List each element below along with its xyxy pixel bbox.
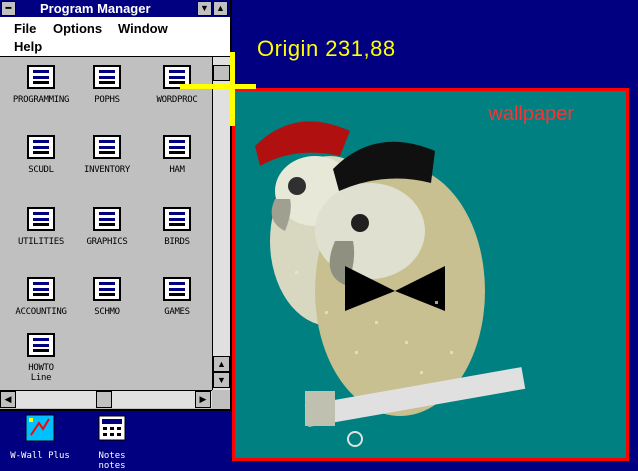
group-label: POPHS: [94, 95, 120, 105]
minimize-button[interactable]: ▼: [197, 1, 212, 16]
crosshair-horizontal: [180, 84, 256, 89]
group-label: GAMES: [164, 307, 190, 317]
group-label: HOWTO Line: [28, 363, 54, 383]
group-label: GRAPHICS: [86, 237, 128, 247]
vertical-scrollbar[interactable]: ▲ ▼: [212, 57, 230, 390]
program-group-icon: [163, 135, 191, 159]
scroll-left-arrow-icon[interactable]: ◀: [0, 391, 16, 408]
group-icon-games[interactable]: GAMES: [142, 277, 212, 317]
desktop-icon-label: W-Wall Plus: [10, 451, 70, 461]
program-group-icon: [27, 65, 55, 89]
group-icon-accounting[interactable]: ACCOUNTING: [6, 277, 76, 317]
group-icon-howto[interactable]: HOWTO Line: [6, 333, 76, 383]
group-label: PROGRAMMING: [12, 95, 70, 105]
maximize-button[interactable]: ▲: [213, 1, 228, 16]
desktop-icon-notes[interactable]: Notes notes: [72, 413, 152, 471]
wallpaper-panel: wallpaper: [232, 88, 629, 461]
group-label: BIRDS: [164, 237, 190, 247]
group-icon-ham[interactable]: HAM: [142, 135, 212, 175]
control-menu-button[interactable]: ━: [1, 1, 16, 16]
origin-label: Origin 231,88: [257, 36, 396, 61]
group-icon-scudl[interactable]: SCUDL: [6, 135, 76, 175]
program-manager-window[interactable]: ━ Program Manager ▼ ▲ File Options Windo…: [0, 0, 232, 411]
menu-bar: File Options Window Help: [0, 17, 230, 57]
group-icon-programming[interactable]: PROGRAMMING: [6, 65, 76, 105]
program-group-icon: [27, 333, 55, 357]
group-label: WORDPROC: [156, 95, 198, 105]
program-groups-area: PROGRAMMING POPHS WORDPROC SCUDL INVENTO…: [0, 57, 212, 390]
program-group-icon: [27, 135, 55, 159]
program-group-icon: [27, 277, 55, 301]
group-icon-birds[interactable]: BIRDS: [142, 207, 212, 247]
menu-options[interactable]: Options: [53, 21, 102, 36]
group-icon-inventory[interactable]: INVENTORY: [72, 135, 142, 175]
menu-help[interactable]: Help: [14, 39, 42, 54]
group-icon-utilities[interactable]: UTILITIES: [6, 207, 76, 247]
group-label: INVENTORY: [83, 165, 131, 175]
group-label: HAM: [169, 165, 185, 175]
group-icon-graphics[interactable]: GRAPHICS: [72, 207, 142, 247]
menu-file[interactable]: File: [14, 21, 36, 36]
vertical-scroll-thumb[interactable]: [213, 65, 230, 81]
desktop-icon-label: Notes notes: [98, 451, 126, 471]
group-label: SCUDL: [28, 165, 54, 175]
menu-window[interactable]: Window: [118, 21, 168, 36]
wallpaper-label: wallpaper: [488, 103, 574, 125]
window-title: Program Manager: [40, 1, 151, 16]
program-group-icon: [93, 135, 121, 159]
group-label: UTILITIES: [17, 237, 65, 247]
program-group-icon: [93, 207, 121, 231]
scroll-down-arrow-icon[interactable]: ▼: [213, 372, 230, 388]
group-label: SCHMO: [94, 307, 120, 317]
scroll-up-arrow-icon[interactable]: ▲: [213, 356, 230, 372]
horizontal-scroll-thumb[interactable]: [96, 391, 112, 408]
wallpaper-app-icon: [25, 414, 55, 442]
desktop-icon-wallpaper[interactable]: W-Wall Plus: [0, 413, 80, 461]
program-group-icon: [163, 277, 191, 301]
title-bar[interactable]: ━ Program Manager ▼ ▲: [0, 0, 230, 17]
group-label: ACCOUNTING: [15, 307, 67, 317]
calculator-app-icon: [98, 415, 126, 441]
scroll-right-arrow-icon[interactable]: ▶: [195, 391, 211, 408]
program-group-icon: [93, 65, 121, 89]
parrot-wallpaper-image: [255, 121, 526, 447]
program-group-icon: [163, 207, 191, 231]
horizontal-scrollbar[interactable]: ◀ ▶: [0, 390, 212, 408]
group-icon-schmo[interactable]: SCHMO: [72, 277, 142, 317]
program-group-icon: [27, 207, 55, 231]
group-icon-pophs[interactable]: POPHS: [72, 65, 142, 105]
program-group-icon: [93, 277, 121, 301]
crosshair-vertical: [230, 52, 235, 126]
